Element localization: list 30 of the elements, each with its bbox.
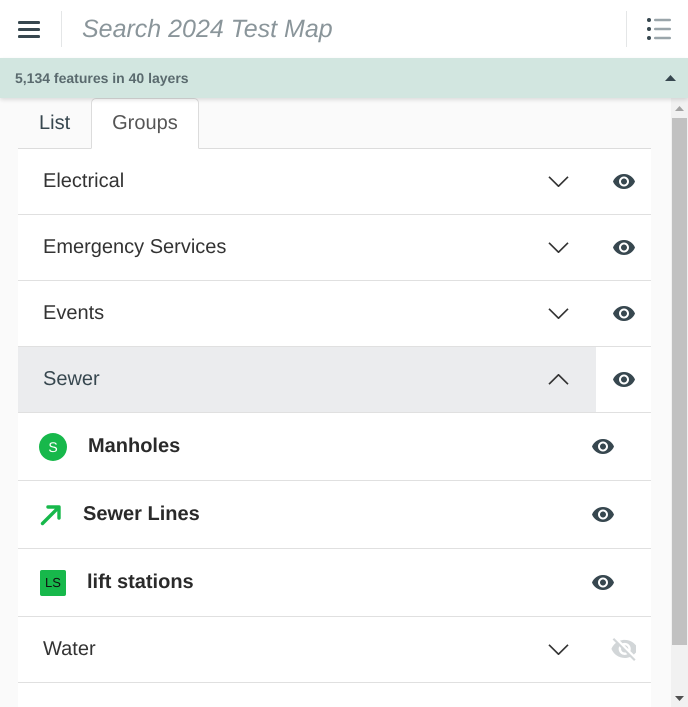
menu-icon <box>18 20 40 38</box>
tab[interactable]: List <box>18 98 92 148</box>
eye-icon <box>612 240 634 255</box>
chevron-down-icon <box>548 644 569 655</box>
layer-name: Manholes <box>88 435 182 458</box>
layer-symbol: LS <box>40 570 66 596</box>
eye-icon <box>612 306 634 321</box>
tab[interactable]: Groups <box>91 98 199 149</box>
layer-name: lift stations <box>87 571 195 594</box>
scrollbar-thumb[interactable] <box>672 118 687 645</box>
chevron-down-icon <box>548 308 569 319</box>
chevron-down-icon <box>548 176 569 187</box>
search-field[interactable]: Search 2024 Test Map <box>62 9 626 49</box>
eye-off-icon <box>611 638 636 661</box>
eye-icon <box>612 372 634 387</box>
layer-name: Sewer Lines <box>83 503 201 526</box>
eye-icon <box>612 174 634 189</box>
feature-count: 5,134 features in 40 layers <box>15 70 190 86</box>
eye-icon <box>592 575 614 590</box>
list-icon <box>647 18 671 40</box>
eye-icon <box>592 439 614 454</box>
caret-up-icon <box>665 75 676 81</box>
layer-symbol: S <box>39 432 67 460</box>
chevron-up-icon <box>548 374 569 385</box>
diagonal-arrow-icon <box>40 504 62 526</box>
scrollbar[interactable] <box>671 98 688 707</box>
eye-icon <box>592 507 614 522</box>
group-toggle[interactable]: Sewer <box>18 347 596 412</box>
scroll-down-icon[interactable] <box>675 696 684 701</box>
chevron-down-icon <box>548 242 569 253</box>
